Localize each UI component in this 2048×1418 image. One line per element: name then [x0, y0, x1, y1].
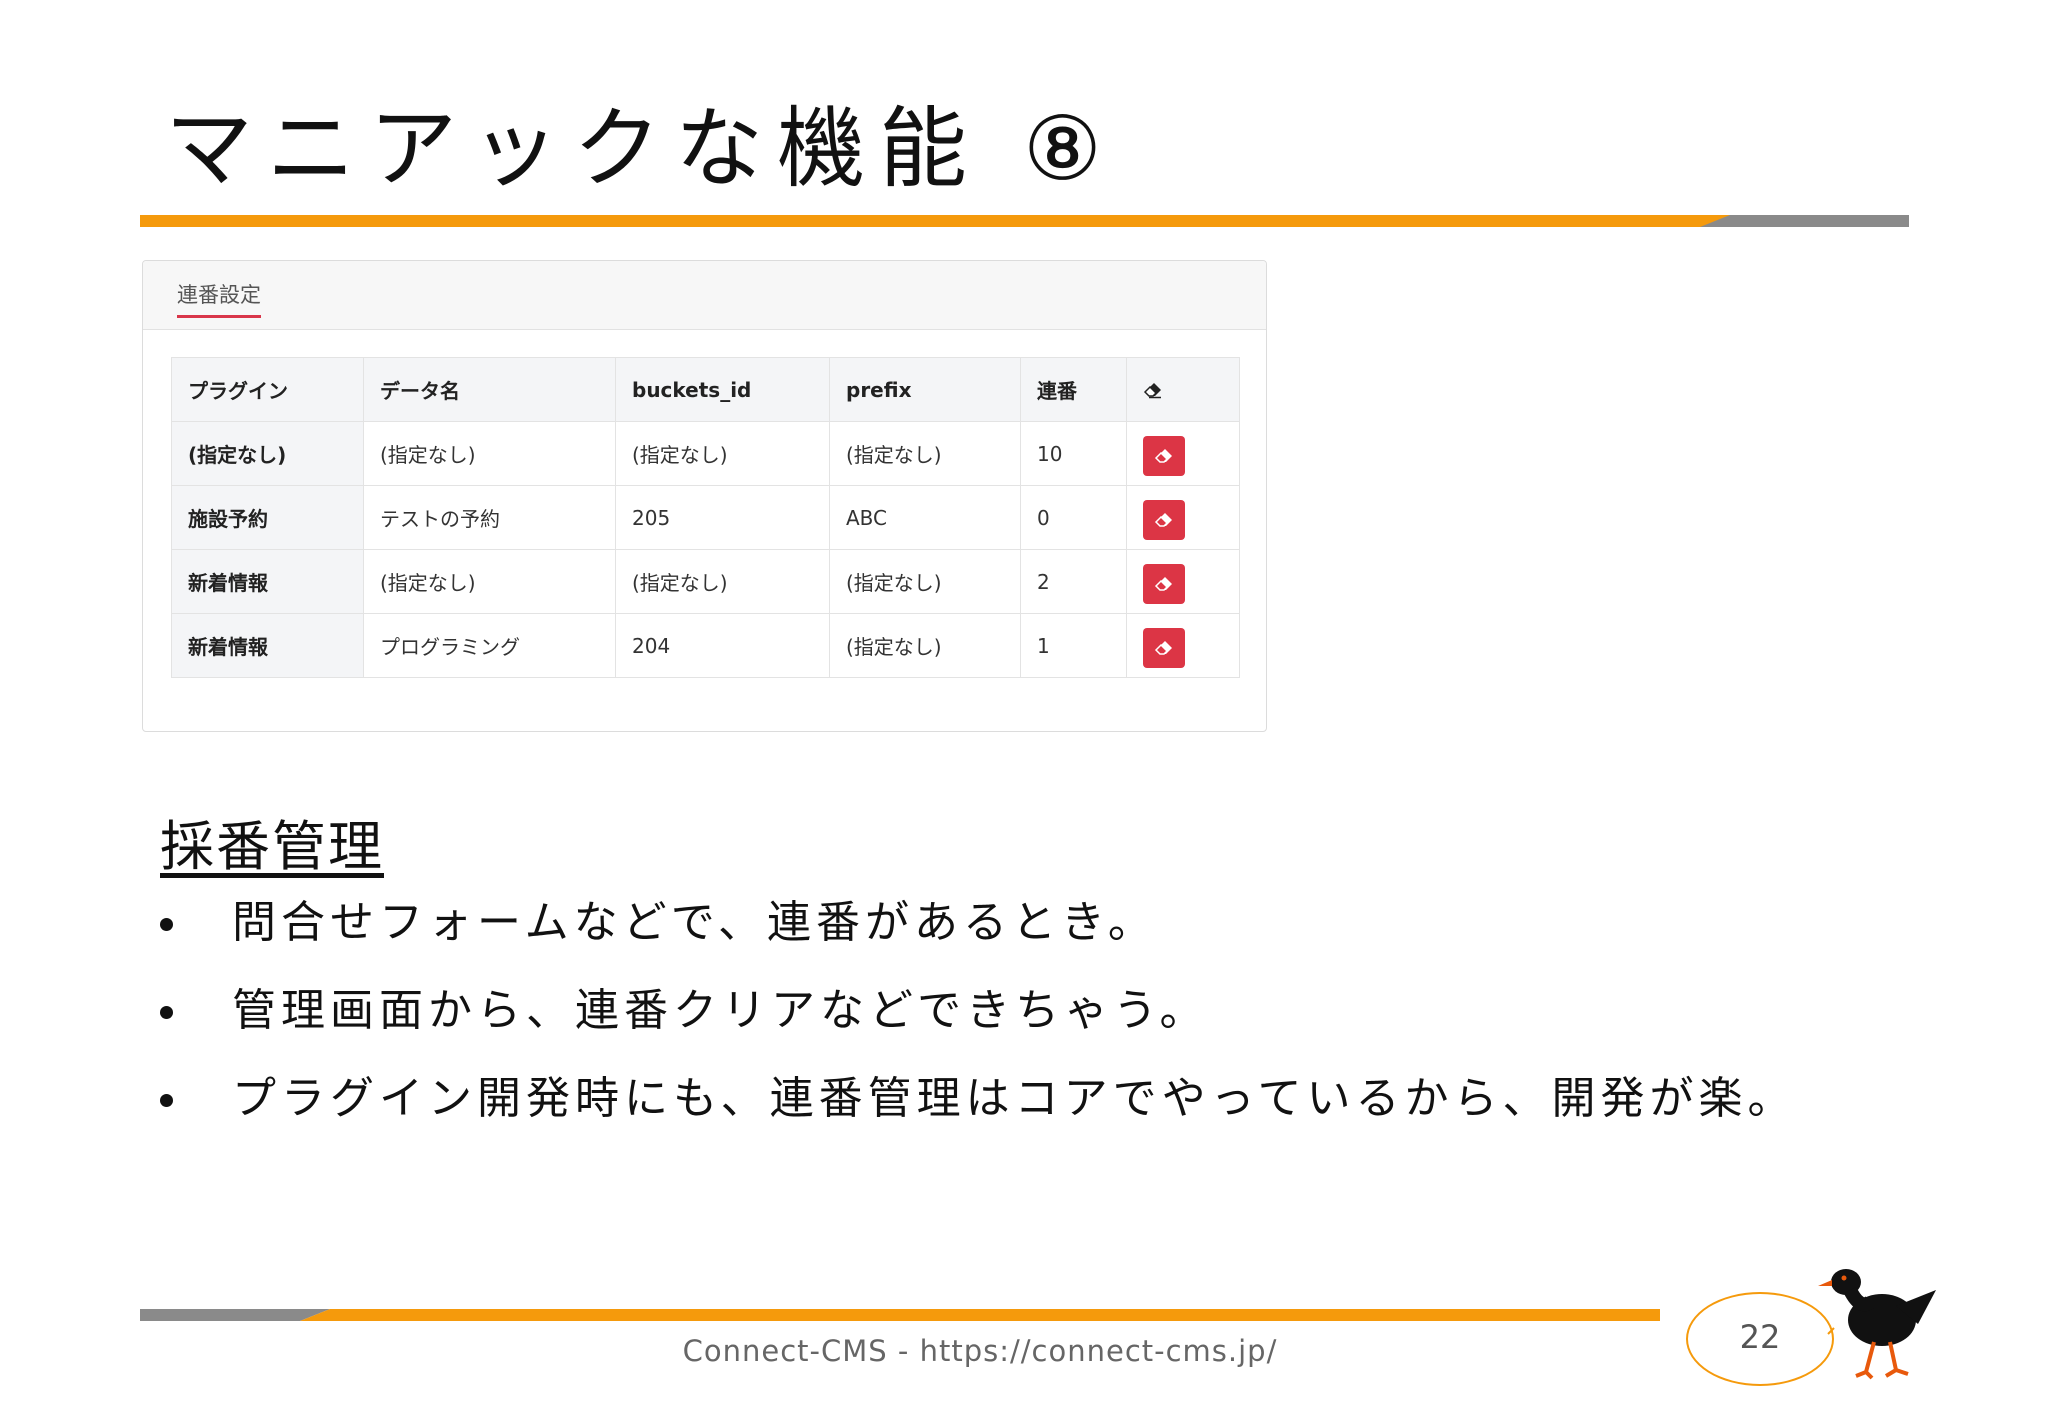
sequence-settings-panel: 連番設定 プラグイン データ名 buckets_id prefix 連番 (指定… [142, 260, 1267, 732]
list-item: 問合せフォームなどで、連番があるとき。 [160, 898, 1796, 986]
bullet-dot [160, 1006, 173, 1019]
cell-prefix: ABC [829, 485, 1021, 550]
list-item: プラグイン開発時にも、連番管理はコアでやっているから、開発が楽。 [160, 1074, 1796, 1162]
table-row: 施設予約 テストの予約 205 ABC 0 [171, 485, 1240, 550]
column-header-clear [1126, 357, 1240, 422]
bullet-list: 問合せフォームなどで、連番があるとき。 管理画面から、連番クリアなどできちゃう。… [160, 898, 1796, 1162]
cell-buckets-id: (指定なし) [615, 549, 830, 614]
cell-data-name: (指定なし) [363, 421, 616, 486]
eraser-icon [1143, 381, 1223, 399]
slide-title: マニアックな機能 ⑧ [165, 97, 1116, 200]
footer-bar-orange [300, 1309, 1660, 1321]
bullet-text: 問合せフォームなどで、連番があるとき。 [232, 897, 1157, 948]
cell-plugin: 施設予約 [171, 485, 364, 550]
column-header-serial: 連番 [1020, 357, 1127, 422]
section-heading: 採番管理 [160, 815, 384, 878]
column-header-buckets-id: buckets_id [615, 357, 830, 422]
clear-serial-button[interactable] [1143, 563, 1185, 604]
clear-serial-button[interactable] [1143, 627, 1185, 668]
sequence-table: プラグイン データ名 buckets_id prefix 連番 (指定なし) (… [171, 357, 1240, 678]
cell-serial: 1 [1020, 613, 1127, 678]
title-underline-gray [1700, 215, 1909, 227]
cell-plugin: 新着情報 [171, 549, 364, 614]
cell-data-name: (指定なし) [363, 549, 616, 614]
column-header-prefix: prefix [829, 357, 1021, 422]
cell-data-name: プログラミング [363, 613, 616, 678]
cell-prefix: (指定なし) [829, 421, 1021, 486]
clear-serial-button[interactable] [1143, 435, 1185, 476]
bullet-dot [160, 918, 173, 931]
cell-buckets-id: (指定なし) [615, 421, 830, 486]
cell-serial: 10 [1020, 421, 1127, 486]
bird-mascot-icon [1818, 1269, 1936, 1380]
bullet-dot [160, 1094, 173, 1107]
cell-serial: 0 [1020, 485, 1127, 550]
title-underline-orange [140, 215, 1740, 227]
clear-serial-button[interactable] [1143, 499, 1185, 540]
cell-buckets-id: 204 [615, 613, 830, 678]
cell-prefix: (指定なし) [829, 613, 1021, 678]
eraser-icon [1154, 512, 1172, 527]
column-header-plugin: プラグイン [171, 357, 364, 422]
tab-sequence-settings[interactable]: 連番設定 [177, 279, 261, 318]
cell-buckets-id: 205 [615, 485, 830, 550]
cell-serial: 2 [1020, 549, 1127, 614]
table-row: 新着情報 プログラミング 204 (指定なし) 1 [171, 613, 1240, 678]
cell-plugin: 新着情報 [171, 613, 364, 678]
footer-bar-gray [140, 1309, 330, 1321]
column-header-data-name: データ名 [363, 357, 616, 422]
eraser-icon [1154, 448, 1172, 463]
footer-url-text: Connect-CMS - https://connect-cms.jp/ [682, 1334, 1278, 1368]
bullet-text: プラグイン開発時にも、連番管理はコアでやっているから、開発が楽。 [232, 1073, 1797, 1124]
table-row: (指定なし) (指定なし) (指定なし) (指定なし) 10 [171, 421, 1240, 486]
cell-plugin: (指定なし) [171, 421, 364, 486]
list-item: 管理画面から、連番クリアなどできちゃう。 [160, 986, 1796, 1074]
cell-prefix: (指定なし) [829, 549, 1021, 614]
bullet-text: 管理画面から、連番クリアなどできちゃう。 [232, 985, 1209, 1036]
table-header-row: プラグイン データ名 buckets_id prefix 連番 [171, 357, 1240, 422]
panel-header: 連番設定 [143, 261, 1266, 330]
eraser-icon [1154, 640, 1172, 655]
table-row: 新着情報 (指定なし) (指定なし) (指定なし) 2 [171, 549, 1240, 614]
eraser-icon [1154, 576, 1172, 591]
cell-data-name: テストの予約 [363, 485, 616, 550]
